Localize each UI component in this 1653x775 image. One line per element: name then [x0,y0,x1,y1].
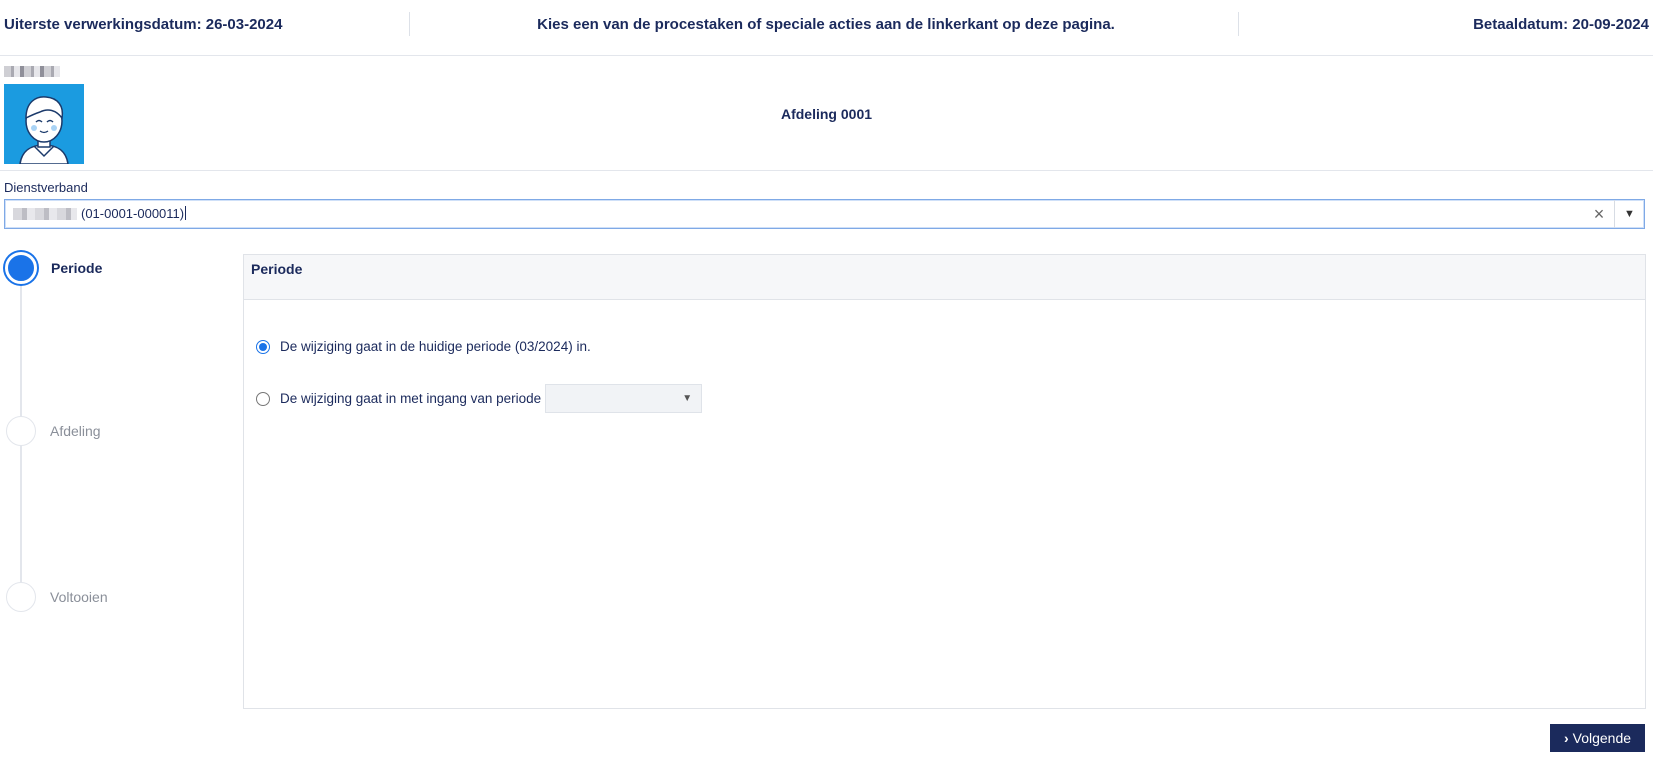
step-inactive-icon [6,582,36,612]
pay-date: Betaaldatum: 20-09-2024 [1473,15,1649,33]
divider [1238,12,1239,36]
step-label: Voltooien [50,589,108,605]
step-voltooien[interactable]: Voltooien [6,582,108,612]
top-info-bar: Uiterste verwerkingsdatum: 26-03-2024 Ki… [0,0,1653,56]
close-icon[interactable]: × [1588,203,1610,225]
chevron-right-icon: › [1563,730,1569,746]
process-stepper: Periode Afdeling Voltooien [0,252,230,632]
option-label: De wijziging gaat in met ingang van peri… [280,391,542,406]
step-label: Afdeling [50,423,101,439]
employment-value[interactable]: (01-0001-000011) [81,206,187,221]
radio-from-period[interactable] [256,391,270,406]
text-cursor [185,206,187,220]
department-title: Afdeling 0001 [780,106,873,122]
step-label: Periode [51,260,103,276]
option-label: De wijziging gaat in de huidige periode … [280,339,591,354]
processing-deadline: Uiterste verwerkingsdatum: 26-03-2024 [4,15,283,33]
triangle-down-icon[interactable]: ▼ [1614,200,1644,228]
periode-panel: Periode De wijziging gaat in de huidige … [243,254,1646,709]
employment-select[interactable]: (01-0001-000011) × ▼ [4,199,1645,229]
panel-title: Periode [244,255,1645,300]
step-active-icon [5,252,37,284]
option-from-period[interactable]: De wijziging gaat in met ingang van peri… [256,384,703,413]
next-button[interactable]: › Volgende [1550,724,1645,752]
step-periode[interactable]: Periode [5,252,102,284]
employee-header: Afdeling 0001 [0,56,1653,171]
employee-name-redacted [4,66,60,77]
employment-label: Dienstverband [4,180,88,195]
next-button-label: Volgende [1572,730,1632,746]
instruction-text: Kies een van de procestaken of speciale … [537,15,1115,33]
user-avatar-icon [4,84,84,164]
divider [409,12,410,36]
step-inactive-icon [6,416,36,446]
employment-name-redacted [13,208,77,220]
step-afdeling[interactable]: Afdeling [6,416,101,446]
radio-current-period[interactable] [256,339,270,354]
employment-value-text: (01-0001-000011) [81,206,185,221]
period-select[interactable]: ▼ [545,384,703,413]
triangle-down-icon[interactable]: ▼ [673,385,701,412]
option-current-period[interactable]: De wijziging gaat in de huidige periode … [256,339,591,354]
